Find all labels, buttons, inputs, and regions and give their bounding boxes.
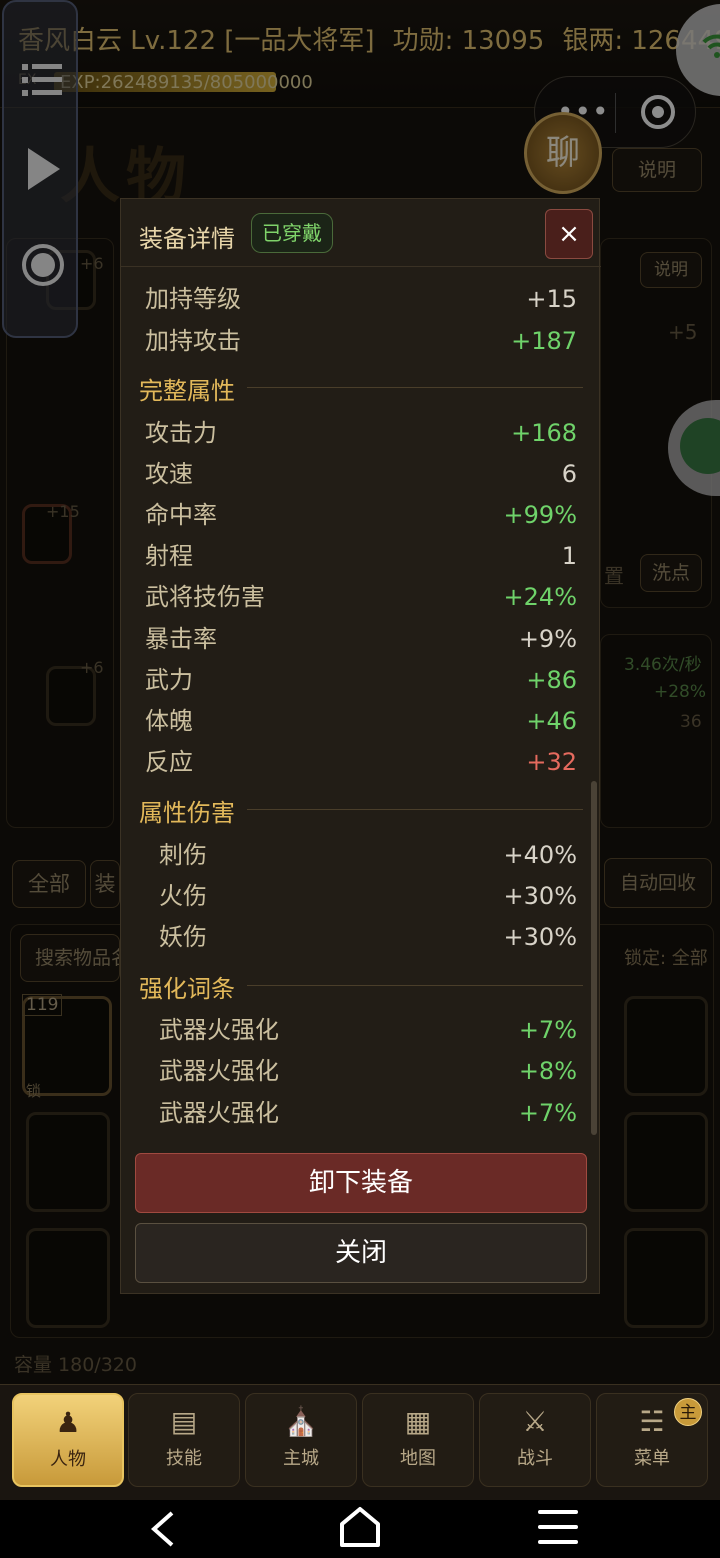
slot-enhance-level: +6 (80, 658, 104, 677)
attr-row: 武器火强化 +7% (159, 1016, 577, 1044)
capacity-text: 容量 180/320 (14, 1354, 137, 1376)
inventory-slot[interactable] (26, 1112, 110, 1212)
attack-speed-value: 3.46次/秒 (624, 655, 702, 675)
dialog-header: 装备详情 已穿戴 × (121, 199, 601, 267)
stat-percent: +28% (654, 682, 707, 702)
tab-label: 技能 (166, 1448, 202, 1469)
exp-text: EXP:262489135/805000000 (60, 72, 313, 93)
tab-main-city[interactable]: ⛪ 主城 (245, 1393, 357, 1487)
section-enhance-affixes: 强化词条 (139, 965, 583, 1005)
tab-label: 战斗 (517, 1448, 553, 1469)
system-nav-bar (0, 1500, 720, 1558)
equipped-badge: 已穿戴 (251, 213, 333, 253)
back-icon[interactable] (148, 1510, 178, 1548)
search-input[interactable]: 搜索物品名 (20, 934, 120, 982)
play-icon[interactable] (24, 144, 64, 198)
map-icon: ▦ (404, 1405, 432, 1438)
inventory-slot[interactable] (26, 1228, 110, 1328)
tab-label: 地图 (400, 1448, 436, 1469)
list-menu-icon[interactable] (20, 58, 64, 106)
unequip-button[interactable]: 卸下装备 (135, 1153, 587, 1213)
attr-row: 武力 +86 (145, 666, 577, 694)
item-level-badge: 119 (22, 994, 63, 1016)
menu-notify-badge: 主 (674, 1398, 702, 1426)
attr-row: 反应 +32 (145, 748, 577, 776)
lock-filter-select[interactable]: 锁定: 全部 (624, 944, 708, 970)
exp-bar: EX EXP:262489135/805000000 (18, 70, 598, 96)
auto-recycle-button[interactable]: 自动回收 (604, 858, 712, 908)
close-icon[interactable]: × (545, 209, 593, 259)
attr-row: 射程 1 (145, 542, 577, 570)
exit-target-icon[interactable] (641, 95, 675, 129)
scrollbar[interactable] (591, 781, 597, 1135)
inventory-slot[interactable] (624, 1112, 708, 1212)
reset-points-button[interactable]: 置 (604, 560, 624, 589)
attribute-scroll-area[interactable]: ​ 加持等级+15 加持攻击+187 完整属性 攻击力+168 攻速6 命中率+… (121, 267, 601, 1139)
section-full-attributes: 完整属性 (139, 367, 583, 407)
inventory-slot[interactable] (624, 1228, 708, 1328)
tab-label: 主城 (283, 1448, 319, 1469)
game-screen: 人物 说明 说明 +5 置 洗点 3.46次/秒 +28% 36 +6 +15 … (0, 0, 720, 1500)
attr-row: 体魄 +46 (145, 707, 577, 735)
attr-row: 武将技伤害 +24% (145, 583, 577, 611)
filter-equip-tab[interactable]: 装 (90, 860, 120, 908)
dialog-title: 装备详情 (139, 225, 235, 253)
equipment-detail-dialog: 装备详情 已穿戴 × ​ 加持等级+15 加持攻击+187 完整属性 攻击力+1… (120, 198, 601, 1294)
floating-toolbar (2, 0, 78, 338)
attr-row: 妖伤 +30% (159, 923, 577, 951)
attr-row: 刺伤 +40% (159, 841, 577, 869)
explain-button[interactable]: 说明 (612, 148, 702, 192)
attr-row: 加持攻击 +187 (145, 327, 577, 355)
merit-value: 功勋: 13095 (392, 26, 545, 56)
tab-label: 菜单 (634, 1448, 670, 1469)
menu-scroll-icon: ☵ (639, 1405, 665, 1438)
skill-scroll-icon: ▤ (170, 1405, 198, 1438)
chat-button[interactable]: 聊 (524, 112, 602, 194)
wechat-icon (680, 418, 720, 474)
character-icon: ♟ (55, 1406, 81, 1439)
attr-row: 武器火强化 +8% (159, 1057, 577, 1085)
attr-row: 攻速 6 (145, 460, 577, 488)
tab-skills[interactable]: ▤ 技能 (128, 1393, 240, 1487)
slot-enhance-level: +15 (46, 502, 80, 521)
tab-character[interactable]: ♟ 人物 (12, 1393, 124, 1487)
player-info-line: 香风白云 Lv.122 [一品大将军]功勋: 13095银两: 12644952… (18, 20, 720, 57)
capsule-divider (615, 93, 616, 133)
filter-all-tab[interactable]: 全部 (12, 860, 86, 908)
attr-row: 加持等级 +15 (145, 285, 577, 313)
record-icon[interactable] (20, 242, 66, 292)
wifi-icon (702, 34, 720, 58)
home-icon[interactable] (338, 1506, 382, 1548)
slot-enhance-level: +6 (80, 254, 104, 273)
crossed-swords-icon: ⚔ (522, 1405, 548, 1438)
explain-button-2[interactable]: 说明 (640, 252, 702, 288)
section-element-damage: 属性伤害 (139, 789, 583, 829)
attr-row: 火伤 +30% (159, 882, 577, 910)
city-pagoda-icon: ⛪ (283, 1405, 319, 1438)
tab-map[interactable]: ▦ 地图 (362, 1393, 474, 1487)
item-lock-badge: 锁 (26, 1082, 42, 1100)
tab-battle[interactable]: ⚔ 战斗 (479, 1393, 591, 1487)
stat-plus: +5 (668, 320, 698, 344)
attr-row: 武器火强化 +7% (159, 1099, 577, 1127)
close-button[interactable]: 关闭 (135, 1223, 587, 1283)
tab-label: 人物 (50, 1449, 86, 1470)
bottom-tab-bar: ♟ 人物 ▤ 技能 ⛪ 主城 ▦ 地图 ⚔ 战斗 ☵ 菜单 (0, 1384, 720, 1500)
wash-points-button[interactable]: 洗点 (640, 554, 702, 592)
recent-apps-menu-icon[interactable] (538, 1508, 578, 1546)
inventory-slot[interactable] (624, 996, 708, 1096)
attr-row: 暴击率 +9% (145, 625, 577, 653)
stat-number: 36 (680, 712, 702, 732)
attr-row: 攻击力 +168 (145, 419, 577, 447)
attr-row: 命中率 +99% (145, 501, 577, 529)
